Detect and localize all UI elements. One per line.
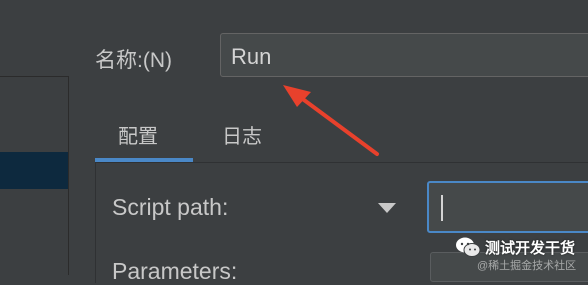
watermark: 测试开发干货 @稀土掘金技术社区 bbox=[455, 233, 588, 274]
name-input-value: Run bbox=[231, 44, 272, 69]
name-label: 名称:(N) bbox=[95, 49, 172, 72]
parameters-label: Parameters: bbox=[112, 258, 238, 284]
wechat-icon bbox=[456, 237, 481, 257]
watermark-main-text: 测试开发干货 bbox=[485, 240, 576, 257]
script-path-label: Script path: bbox=[112, 194, 229, 220]
text-caret bbox=[441, 195, 443, 221]
watermark-sub-text: @稀土掘金技术社区 bbox=[477, 260, 577, 272]
sidebar-selected-item[interactable] bbox=[0, 152, 68, 189]
name-input[interactable]: Run bbox=[220, 33, 588, 77]
script-path-input[interactable] bbox=[427, 181, 588, 233]
dropdown-arrow-icon[interactable] bbox=[378, 203, 396, 213]
top-strip bbox=[0, 0, 588, 8]
tab-log[interactable]: 日志 bbox=[222, 120, 262, 149]
tab-config[interactable]: 配置 bbox=[118, 120, 158, 149]
